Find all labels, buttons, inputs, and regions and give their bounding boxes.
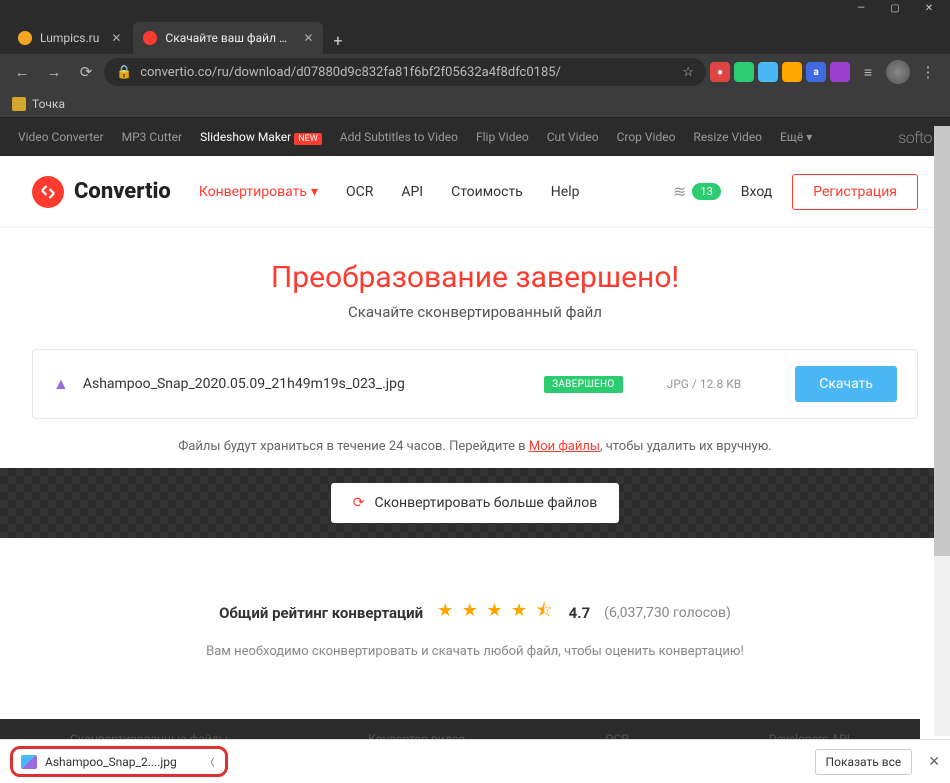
rating-label: Общий рейтинг конвертаций [219, 604, 423, 622]
rating-section: Общий рейтинг конвертаций ★ ★ ★ ★ ⯪ 4.7 … [0, 538, 950, 679]
nav-add-subtitles[interactable]: Add Subtitles to Video [340, 130, 458, 144]
extension-icon[interactable]: a [806, 62, 826, 82]
image-icon: ▲ [53, 374, 69, 394]
reload-button[interactable]: ⟳ [72, 58, 100, 86]
folder-icon [12, 97, 26, 111]
download-shelf: Ashampoo_Snap_2....jpg 〈 Показать все ✕ [0, 739, 950, 783]
scrollbar-thumb[interactable] [934, 126, 950, 556]
file-name: Ashampoo_Snap_2020.05.09_21h49m19s_023_.… [83, 376, 530, 392]
extension-icon[interactable] [758, 62, 778, 82]
nav-pricing[interactable]: Стоимость [451, 184, 523, 200]
layers-icon: ≋ [673, 182, 686, 201]
storage-note: Файлы будут храниться в течение 24 часов… [0, 439, 950, 454]
show-all-button[interactable]: Показать все [815, 749, 913, 775]
page-content: Video Converter MP3 Cutter Slideshow Mak… [0, 118, 950, 759]
window-close[interactable]: ✕ [912, 0, 946, 16]
nav-help[interactable]: Help [551, 184, 580, 200]
window-minimize[interactable]: — [844, 0, 878, 16]
new-badge: NEW [294, 133, 322, 145]
softo-logo: softo [898, 128, 932, 147]
tab-lumpics[interactable]: Lumpics.ru ✕ [8, 22, 131, 54]
forward-button[interactable]: → [40, 58, 68, 86]
chevron-down-icon: ▾ [311, 184, 318, 200]
convert-more-section: ⟳ Сконвертировать больше файлов [0, 468, 950, 538]
profile-avatar[interactable] [886, 60, 910, 84]
file-result-row: ▲ Ashampoo_Snap_2020.05.09_21h49m19s_023… [32, 349, 918, 419]
file-info: JPG / 12.8 KB [667, 377, 742, 391]
window-maximize[interactable]: ▢ [878, 0, 912, 16]
nav-ocr[interactable]: OCR [346, 184, 373, 200]
download-item[interactable]: Ashampoo_Snap_2....jpg 〈 [10, 746, 228, 777]
minutes-badge[interactable]: ≋ 13 [673, 182, 721, 201]
download-filename: Ashampoo_Snap_2....jpg [45, 755, 177, 769]
reading-list-icon[interactable]: ≡ [854, 58, 882, 86]
nav-mp3-cutter[interactable]: MP3 Cutter [122, 130, 182, 144]
tab-convertio[interactable]: Скачайте ваш файл — Convertio ✕ [133, 22, 323, 54]
extension-icon[interactable] [830, 62, 850, 82]
rating-count: (6,037,730 голосов) [604, 605, 731, 621]
toolbar: ← → ⟳ 🔒 convertio.co/ru/download/d07880d… [0, 54, 950, 90]
my-files-link[interactable]: Мои файлы [529, 439, 600, 454]
nav-slideshow-maker[interactable]: Slideshow MakerNEW [200, 130, 322, 144]
back-button[interactable]: ← [8, 58, 36, 86]
star-icons: ★ ★ ★ ★ ⯪ [437, 598, 554, 628]
window-titlebar: — ▢ ✕ [0, 0, 950, 16]
chevron-down-icon: ▾ [806, 130, 812, 144]
close-icon[interactable]: ✕ [111, 31, 121, 45]
lock-icon: 🔒 [116, 65, 132, 80]
nav-convert[interactable]: Конвертировать ▾ [199, 184, 318, 200]
tab-title: Lumpics.ru [40, 31, 99, 45]
nav-video-converter[interactable]: Video Converter [18, 130, 104, 144]
nav-more[interactable]: Ещё ▾ [780, 130, 812, 144]
badge-count: 13 [692, 183, 720, 200]
vertical-scrollbar[interactable] [934, 126, 950, 736]
favicon [18, 31, 32, 45]
hero-subtitle: Скачайте сконвертированный файл [0, 303, 950, 321]
softo-nav: Video Converter MP3 Cutter Slideshow Mak… [0, 118, 950, 156]
tab-strip: Lumpics.ru ✕ Скачайте ваш файл — Convert… [0, 16, 950, 54]
address-bar[interactable]: 🔒 convertio.co/ru/download/d07880d9c832f… [104, 58, 706, 86]
status-badge: ЗАВЕРШЕНО [544, 376, 623, 393]
nav-api[interactable]: API [401, 184, 423, 200]
image-icon [21, 755, 37, 769]
bookmark-item[interactable]: Точка [32, 97, 65, 111]
convertio-logo[interactable]: Convertio [32, 176, 171, 208]
nav-flip-video[interactable]: Flip Video [476, 130, 529, 144]
login-link[interactable]: Вход [741, 184, 772, 200]
close-icon[interactable]: ✕ [928, 754, 940, 770]
nav-crop-video[interactable]: Crop Video [617, 130, 676, 144]
tab-title: Скачайте ваш файл — Convertio [165, 31, 291, 45]
new-tab-button[interactable]: + [325, 27, 350, 54]
signup-button[interactable]: Регистрация [792, 174, 918, 210]
close-icon[interactable]: ✕ [303, 31, 313, 45]
extension-icon[interactable] [782, 62, 802, 82]
star-icon[interactable]: ☆ [682, 65, 694, 80]
convert-more-button[interactable]: ⟳ Сконвертировать больше файлов [331, 483, 620, 523]
extension-icon[interactable] [734, 62, 754, 82]
favicon [143, 31, 157, 45]
chevron-up-icon[interactable]: 〈 [205, 754, 215, 769]
download-button[interactable]: Скачать [795, 366, 897, 402]
nav-cut-video[interactable]: Cut Video [547, 130, 599, 144]
refresh-icon: ⟳ [353, 495, 365, 511]
extensions: ● a ≡ ⋮ [710, 58, 942, 86]
rating-score: 4.7 [569, 604, 591, 622]
url-text: convertio.co/ru/download/d07880d9c832fa8… [140, 65, 674, 80]
hero: Преобразование завершено! Скачайте сконв… [0, 228, 950, 339]
hero-title: Преобразование завершено! [0, 260, 950, 295]
nav-resize-video[interactable]: Resize Video [693, 130, 762, 144]
rating-subtitle: Вам необходимо сконвертировать и скачать… [0, 644, 950, 659]
main-header: Convertio Конвертировать ▾ OCR API Стоим… [0, 156, 950, 228]
menu-icon[interactable]: ⋮ [914, 58, 942, 86]
logo-icon [32, 176, 64, 208]
bookmarks-bar: Точка [0, 90, 950, 118]
extension-icon[interactable]: ● [710, 62, 730, 82]
